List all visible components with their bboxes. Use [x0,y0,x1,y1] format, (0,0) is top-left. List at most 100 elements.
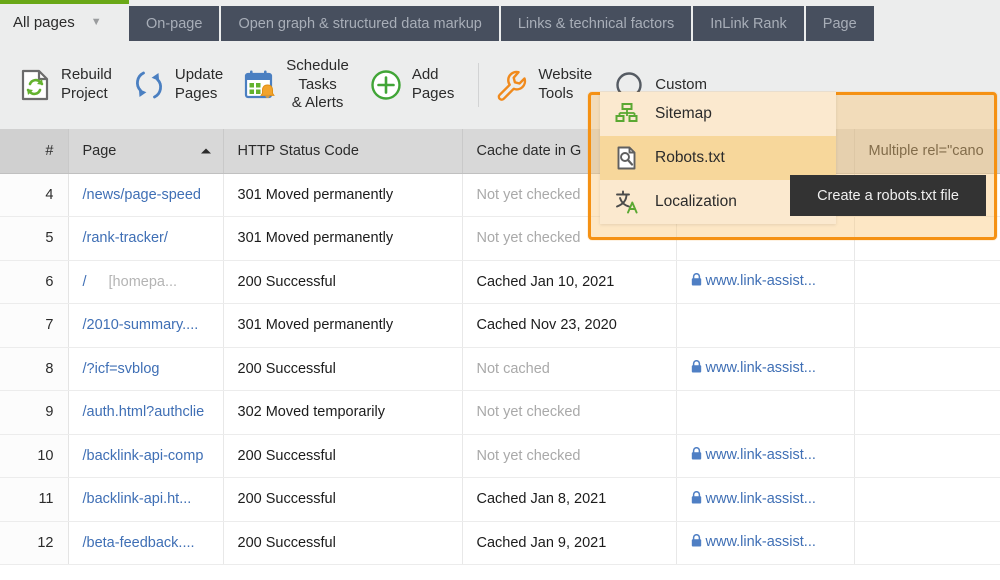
url-link[interactable]: www.link-assist... [706,273,816,289]
cell-page[interactable]: /beta-feedback.... [68,521,223,565]
menu-item-sitemap-label: Sitemap [655,105,712,123]
cell-page[interactable]: /rank-tracker/ [68,217,223,261]
cell-index: 5 [0,217,68,261]
page-link[interactable]: /rank-tracker/ [83,230,168,246]
cell-multiple-canonical [854,434,1000,478]
menu-item-sitemap[interactable]: Sitemap [600,92,836,136]
column-header-index[interactable]: # [0,129,68,173]
cell-http-status: 200 Successful [223,478,462,522]
url-link[interactable]: www.link-assist... [706,534,816,550]
tab-inlink-rank[interactable]: InLink Rank [693,6,804,41]
website-tools-label: Website Tools [538,66,592,104]
calendar-bell-icon [243,68,277,102]
update-pages-button[interactable]: Update Pages [126,50,237,120]
menu-item-robots-txt[interactable]: Robots.txt [600,136,836,180]
page-link[interactable]: /2010-summary.... [83,317,199,333]
cell-cache-date: Not yet checked [462,391,676,435]
cell-index: 4 [0,173,68,217]
cell-url[interactable]: www.link-assist... [676,260,854,304]
tab-links-technical[interactable]: Links & technical factors [501,6,691,41]
cell-page[interactable]: /auth.html?authclie [68,391,223,435]
cell-url[interactable]: www.link-assist... [676,434,854,478]
table-row[interactable]: 10/backlink-api-comp200 SuccessfulNot ye… [0,434,1000,478]
cell-cache-date: Cached Nov 23, 2020 [462,304,676,348]
cell-page[interactable]: /?icf=svblog [68,347,223,391]
cell-cache-date: Cached Jan 8, 2021 [462,478,676,522]
lock-icon [691,447,702,464]
page-link[interactable]: /backlink-api-comp [83,448,204,464]
url-link[interactable]: www.link-assist... [706,491,816,507]
cell-http-status: 200 Successful [223,434,462,478]
table-row[interactable]: 8/?icf=svblog200 SuccessfulNot cachedwww… [0,347,1000,391]
cell-url[interactable]: www.link-assist... [676,347,854,391]
lock-icon [691,273,702,290]
cell-multiple-canonical [854,347,1000,391]
table-row[interactable]: 11/backlink-api.ht... 200 SuccessfulCache… [0,478,1000,522]
rebuild-project-label: Rebuild Project [61,66,112,104]
cell-multiple-canonical [854,391,1000,435]
toolbar-divider [478,63,479,107]
page-link[interactable]: / [83,274,87,290]
tab-open-graph[interactable]: Open graph & structured data markup [221,6,498,41]
sitemap-icon [614,101,640,127]
cell-http-status: 301 Moved permanently [223,217,462,261]
cell-index: 11 [0,478,68,522]
cell-url [676,304,854,348]
url-link[interactable]: www.link-assist... [706,360,816,376]
table-row[interactable]: 6/[homepa...200 SuccessfulCached Jan 10,… [0,260,1000,304]
tab-list: On-page Open graph & structured data mar… [129,0,874,41]
lock-icon [691,534,702,551]
table-row[interactable]: 9/auth.html?authclie302 Moved temporaril… [0,391,1000,435]
page-link[interactable]: /news/page-speed [83,187,202,203]
update-pages-label: Update Pages [175,66,223,104]
cell-cache-date: Cached Jan 9, 2021 [462,521,676,565]
page-link[interactable]: /?icf=svblog [83,361,160,377]
tooltip-robots-txt: Create a robots.txt file [790,175,986,216]
cell-page[interactable]: /[homepa... [68,260,223,304]
menu-item-localization-label: Localization [655,193,737,211]
cell-url[interactable]: www.link-assist... [676,478,854,522]
page-link[interactable]: /auth.html?authclie [83,404,205,420]
cell-page[interactable]: /news/page-speed [68,173,223,217]
cell-multiple-canonical [854,521,1000,565]
schedule-tasks-alerts-button[interactable]: Schedule Tasks & Alerts [237,50,363,120]
cell-cache-date: Cached Jan 10, 2021 [462,260,676,304]
column-header-http-status[interactable]: HTTP Status Code [223,129,462,173]
tab-all-pages[interactable]: All pages ▼ [0,0,129,41]
cell-multiple-canonical [854,260,1000,304]
page-link[interactable]: /beta-feedback.... [83,535,195,551]
cell-http-status: 301 Moved permanently [223,304,462,348]
tab-links-technical-label: Links & technical factors [518,16,674,32]
column-header-page[interactable]: Page [68,129,223,173]
cell-http-status: 200 Successful [223,260,462,304]
chevron-down-icon[interactable]: ▼ [91,17,102,28]
cell-http-status: 301 Moved permanently [223,173,462,217]
add-pages-label: Add Pages [412,66,455,104]
cell-cache-date: Not cached [462,347,676,391]
cell-url[interactable]: www.link-assist... [676,521,854,565]
add-pages-button[interactable]: Add Pages [363,50,469,120]
tab-all-pages-label: All pages [13,14,75,31]
table-row[interactable]: 7/2010-summary.... 301 Moved permanentlyC… [0,304,1000,348]
cell-page[interactable]: /2010-summary.... [68,304,223,348]
url-link[interactable]: www.link-assist... [706,447,816,463]
plus-circle-icon [369,68,403,102]
cell-multiple-canonical [854,478,1000,522]
cell-page[interactable]: /backlink-api.ht... [68,478,223,522]
sort-ascending-icon [201,148,211,153]
wrench-icon [495,68,529,102]
cell-http-status: 302 Moved temporarily [223,391,462,435]
tab-on-page[interactable]: On-page [129,6,219,41]
cell-index: 6 [0,260,68,304]
cell-cache-date: Not yet checked [462,434,676,478]
cell-index: 7 [0,304,68,348]
rebuild-project-button[interactable]: Rebuild Project [12,50,126,120]
schedule-tasks-alerts-label: Schedule Tasks & Alerts [286,57,349,114]
table-row[interactable]: 12/beta-feedback....200 SuccessfulCached… [0,521,1000,565]
lock-icon [691,491,702,508]
app-window: All pages ▼ On-page Open graph & structu… [0,0,1000,580]
cell-index: 8 [0,347,68,391]
page-link[interactable]: /backlink-api.ht... [83,491,192,507]
tab-page-clipped[interactable]: Page [806,6,874,41]
cell-page[interactable]: /backlink-api-comp [68,434,223,478]
